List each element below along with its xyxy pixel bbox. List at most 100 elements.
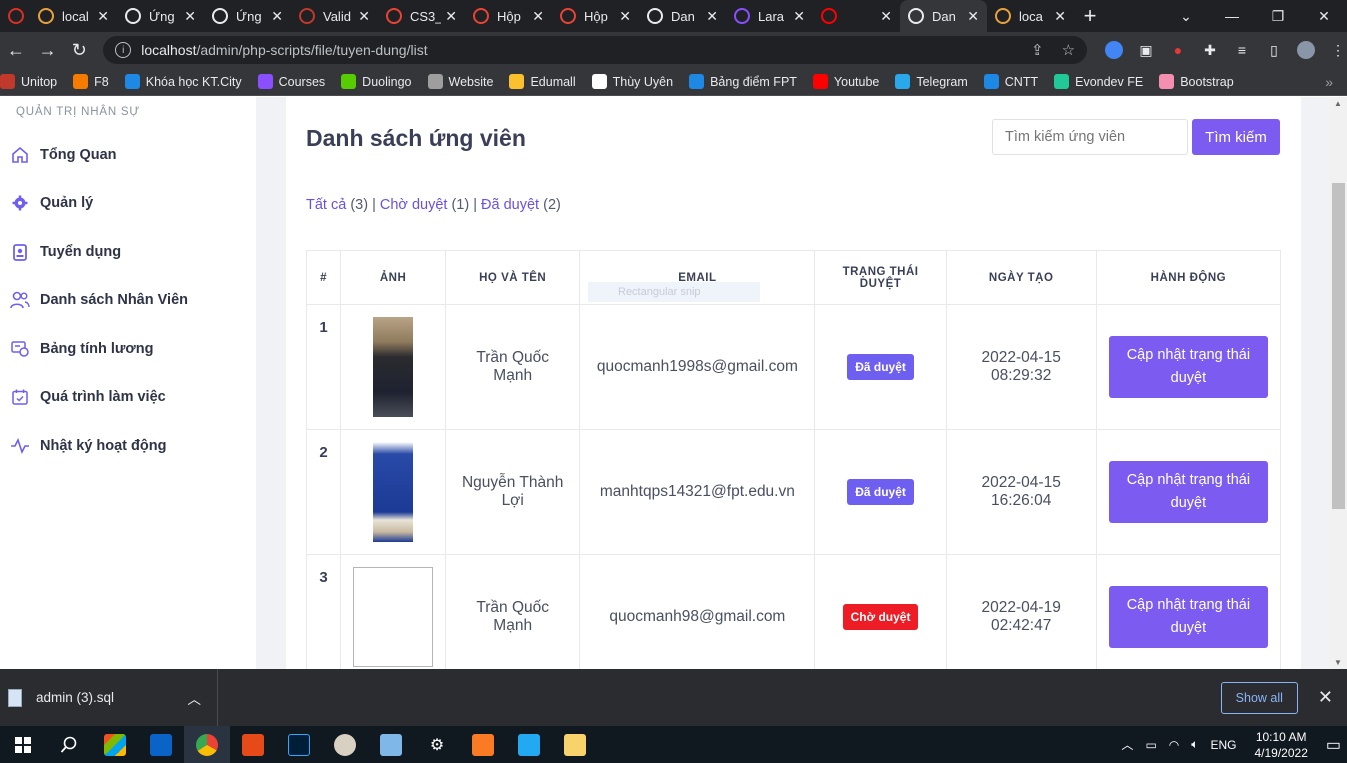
filter-all-link[interactable]: Tất cả [306,197,346,213]
close-icon[interactable]: ✕ [1318,687,1333,708]
update-status-button[interactable]: Cập nhật trạng thái duyệt [1108,586,1268,648]
browser-tab[interactable]: Lara ✕ [726,0,813,32]
close-tab-icon[interactable]: ✕ [271,8,283,25]
bookmark-item[interactable]: Duolingo [341,74,412,89]
bookmarks-overflow-icon[interactable]: » [1325,74,1333,90]
browser-tab[interactable]: Ứng ✕ [204,0,291,32]
browser-tab[interactable]: ✕ [813,0,900,32]
download-item[interactable]: admin (3).sql ︿ [0,669,218,726]
back-icon[interactable]: ← [0,40,32,61]
paint-icon[interactable] [322,726,368,763]
chrome-icon[interactable] [184,726,230,763]
close-tab-icon[interactable]: ✕ [793,8,805,25]
scroll-down-icon[interactable]: ▼ [1334,658,1342,667]
bookmark-star-icon[interactable]: ☆ [1062,41,1075,59]
file-explorer-icon[interactable] [552,726,598,763]
bookmark-item[interactable]: CNTT [983,74,1038,89]
browser-tab[interactable]: Hộp ✕ [465,0,552,32]
close-tab-icon[interactable]: ✕ [967,8,979,25]
bookmark-item[interactable]: Courses [257,74,325,89]
address-bar[interactable]: i localhost /admin/php-scripts/file/tuye… [103,36,1088,64]
bookmark-item[interactable]: Bảng điểm FPT [689,74,797,89]
close-tab-icon[interactable]: ✕ [880,8,892,25]
restore-icon[interactable]: ❐ [1255,8,1301,25]
extension-icon[interactable]: ● [1169,41,1187,59]
windows-start-icon[interactable] [0,726,46,763]
browser-tab[interactable]: Dan ✕ [639,0,726,32]
puzzle-icon[interactable]: ✚ [1201,41,1219,59]
bookmark-item[interactable]: F8 [73,74,109,89]
sidebar-item-danh-sach-nhan-vien[interactable]: Danh sách Nhân Viên [10,290,188,310]
browser-tab[interactable]: loca ✕ [987,0,1074,32]
wifi-icon[interactable]: ◠ [1169,738,1179,752]
language-indicator[interactable]: ENG [1210,738,1236,752]
browser-tab[interactable]: Valid ✕ [291,0,378,32]
bookmark-item[interactable]: Telegram [895,74,968,89]
sidebar-item-qua-trinh-lam-viec[interactable]: Quá trình làm việc [10,387,166,407]
vscode-icon[interactable] [506,726,552,763]
close-tab-icon[interactable]: ✕ [184,8,196,25]
close-tab-icon[interactable]: ✕ [706,8,718,25]
xampp-icon[interactable] [460,726,506,763]
new-tab-icon[interactable]: + [1074,3,1106,29]
minimize-icon[interactable]: — [1209,8,1255,25]
chevron-down-icon[interactable]: ⌄ [1163,8,1209,25]
app-icon[interactable] [230,726,276,763]
browser-tab[interactable]: Ứng ✕ [117,0,204,32]
menu-kebab-icon[interactable]: ⋮ [1329,41,1347,59]
bookmark-item[interactable]: Edumall [509,74,576,89]
bookmark-item[interactable]: Khóa học KT.City [124,74,242,89]
filter-pending-link[interactable]: Chờ duyệt [380,197,448,213]
bookmark-item[interactable]: Website [427,74,493,89]
sidebar-item-bang-tinh-luong[interactable]: Bảng tính lương [10,339,153,359]
close-tab-icon[interactable]: ✕ [97,8,109,25]
extension-icon[interactable] [1105,41,1124,59]
store-icon[interactable] [92,726,138,763]
chevron-up-icon[interactable]: ︿ [188,688,202,708]
photoshop-icon[interactable] [276,726,322,763]
forward-icon[interactable]: → [32,40,64,61]
mail-icon[interactable] [138,726,184,763]
side-panel-icon[interactable]: ▯ [1265,41,1283,59]
filter-approved-link[interactable]: Đã duyệt [481,197,539,213]
site-info-icon[interactable]: i [115,42,132,58]
notification-icon[interactable]: ▭ [1326,735,1341,755]
bookmark-item[interactable]: Evondev FE [1054,74,1143,89]
show-all-button[interactable]: Show all [1220,681,1298,714]
bookmark-item[interactable]: Thùy Uyên [591,74,673,89]
sidebar-item-tuyen-dung[interactable]: Tuyển dụng [10,242,121,262]
close-tab-icon[interactable]: ✕ [358,8,370,25]
volume-icon[interactable]: 🔈︎ [1191,737,1198,752]
notepad-icon[interactable] [368,726,414,763]
close-window-icon[interactable]: ✕ [1301,8,1347,25]
browser-tab[interactable]: Hộp ✕ [552,0,639,32]
search-input[interactable] [992,119,1188,155]
browser-tab[interactable]: Dan ✕ [900,0,987,32]
scrollbar-thumb[interactable] [1332,183,1345,509]
bookmark-item[interactable]: Unitop [0,74,57,89]
browser-tab[interactable]: local ✕ [30,0,117,32]
camera-extension-icon[interactable]: ▣ [1137,41,1155,59]
close-tab-icon[interactable]: ✕ [532,8,544,25]
browser-tab[interactable] [0,0,30,32]
share-icon[interactable]: ⇪ [1031,41,1044,59]
clock[interactable]: 10:10 AM 4/19/2022 [1254,729,1307,761]
scroll-up-icon[interactable]: ▲ [1334,99,1342,108]
battery-icon[interactable]: ▭ [1145,738,1156,752]
bookmark-item[interactable]: Youtube [812,74,879,89]
reload-icon[interactable]: ↻ [63,40,95,61]
sidebar-item-quan-ly[interactable]: Quản lý [10,193,93,213]
update-status-button[interactable]: Cập nhật trạng thái duyệt [1108,336,1268,398]
search-icon[interactable] [46,726,92,763]
close-tab-icon[interactable]: ✕ [1054,8,1066,25]
browser-tab[interactable]: CS3_ ✕ [378,0,465,32]
page-scrollbar[interactable]: ▲ ▼ [1330,97,1347,669]
search-button[interactable]: Tìm kiếm [1192,119,1280,155]
close-tab-icon[interactable]: ✕ [619,8,631,25]
sidebar-item-tong-quan[interactable]: Tổng Quan [10,145,117,165]
settings-icon[interactable]: ⚙ [414,726,460,763]
chevron-up-icon[interactable]: ︿ [1121,736,1133,753]
close-tab-icon[interactable]: ✕ [445,8,457,25]
update-status-button[interactable]: Cập nhật trạng thái duyệt [1108,461,1268,523]
media-control-icon[interactable]: ≡ [1233,41,1251,59]
